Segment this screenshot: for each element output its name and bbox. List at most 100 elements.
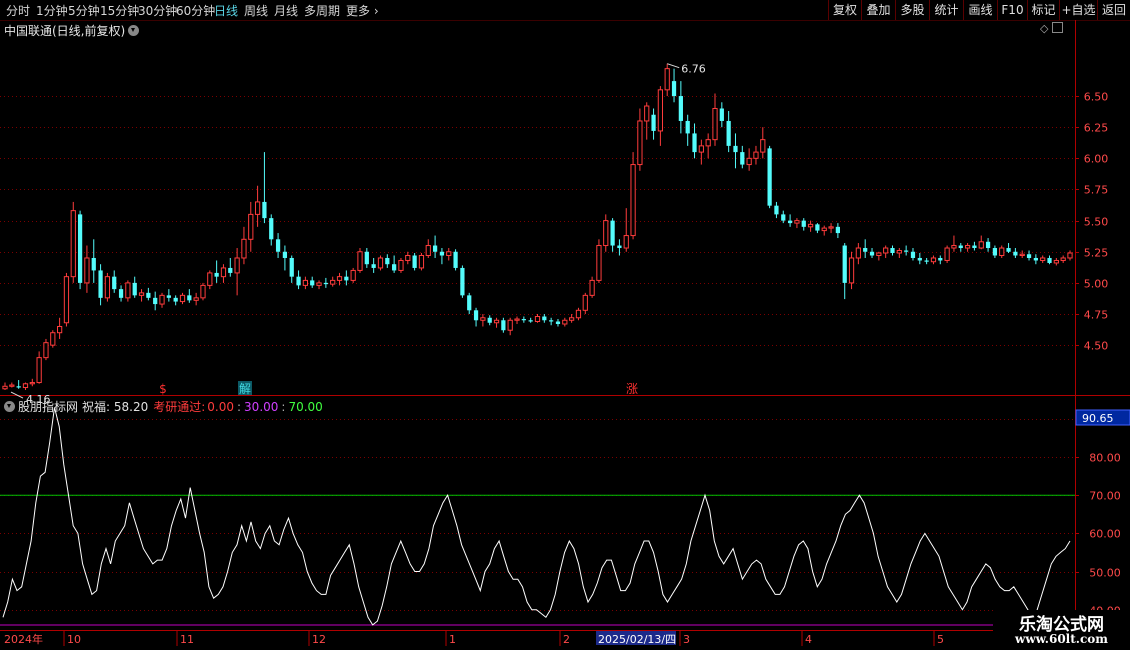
candle-body-down [781,214,786,221]
candle-body-up [425,245,431,256]
candle-body-down [371,264,376,268]
candle-body-up [896,250,902,254]
candle-body-up [978,241,984,249]
candle-body-up [316,282,322,286]
candle-body-down [118,289,124,298]
watermark-url: www.60lt.com [1015,632,1108,646]
indicator-title: 股朋指标网 祝福: 58.20 考研通过: 0.00:30.00:70.00 [4,398,328,415]
candle-body-down [1013,251,1018,256]
candle-body-down [228,267,233,273]
value-zero: 0.00 [207,400,234,414]
candle-body-up [207,272,213,286]
candle-body-down [863,248,868,252]
kaoyan-label: 考研通过: [153,400,206,414]
candle-body-down [692,133,697,153]
candle-body-down [91,257,96,271]
candle-body-up [630,164,636,237]
candle-body-down [214,272,219,277]
candle-body-up [138,292,145,296]
candle-body-up [821,227,827,232]
candle-body-up [589,279,595,296]
candle-body-down [487,317,492,323]
zhufu-label: 祝福: 58.20 [82,400,149,414]
candle-body-up [999,247,1005,256]
candle-body-down [501,320,506,331]
candle-body-down [392,264,397,271]
indicator-line [2,407,1071,626]
candle-body-up [698,145,704,153]
candle-body-down [671,81,677,97]
candle-body-up [596,245,602,281]
candle-body-down [473,310,479,321]
candle-body-up [193,297,199,301]
candle-body-down [262,201,267,219]
candle-body-up [56,325,63,334]
candle-body-down [439,251,445,256]
candle-body-up [377,257,384,269]
candle-body-up [603,220,609,247]
candle-body-down [685,120,690,134]
candle-body-up [623,235,629,249]
candle-body-up [1053,259,1059,264]
price-tick-label: 5.25 [1084,247,1109,260]
candle-body-up [964,245,971,249]
watermark: 乐淘公式网 www.60lt.com [993,610,1130,650]
candle-body-up [507,319,513,331]
candle-body-up [848,257,855,284]
date-highlight-label: 2025/02/13/四 [598,633,676,646]
time-tick-label: 1 [449,633,456,646]
candle-body-up [248,213,254,240]
candle-body-down [719,108,724,121]
candle-body-up [36,357,42,384]
candle-body-up [418,254,425,269]
candle-body-up [883,247,889,254]
time-tick-label: 11 [180,633,194,646]
max-price-label: 6.76 [681,63,706,76]
indicator-dropdown-icon[interactable] [4,401,15,412]
candle-body-up [234,257,240,274]
candle-body-down [972,245,977,249]
candle-body-up [493,319,500,324]
candle-body-down [132,282,137,296]
candle-body-down [282,251,288,258]
candle-body-down [917,257,922,261]
candle-body-down [1047,257,1052,263]
candle-body-up [336,276,343,281]
candle-body-up [179,294,186,303]
candle-body-up [637,120,643,166]
candle-body-up [220,267,227,278]
candle-body-down [678,96,683,121]
indicator-tick-label: 50.00 [1089,567,1121,580]
candle-body-up [241,238,247,259]
candle-body-down [542,316,547,321]
candle-body-down [289,257,294,277]
candle-body-up [930,257,937,263]
candle-body-down [467,295,472,311]
candle-body-up [43,342,49,359]
price-tick-label: 6.50 [1084,91,1109,104]
candle-body-down [521,319,526,321]
candle-body-down [835,226,841,234]
candle-body-down [992,248,998,256]
stock-chart[interactable]: 6.50 6.25 6.00 5.75 5.50 5.25 5.00 4.75 4.50 6.76… [0,0,1130,650]
candle-body-down [269,218,274,240]
candle-body-down [16,386,21,388]
candle-body-up [84,257,90,284]
candle-body-up [664,68,670,91]
year-label: 2024年 [4,632,43,646]
candle-body-up [582,294,588,311]
candle-body-up [405,254,411,261]
candle-body-up [104,276,111,299]
candle-body-down [460,267,465,296]
candle-body-up [1040,257,1046,261]
candle-body-up [70,210,76,278]
candle-body-up [514,318,520,321]
candle-body-down [890,248,895,253]
candle-body-down [1026,254,1032,258]
candle-body-up [753,151,759,159]
candle-body-down [187,295,192,301]
indicator-tick-label: 80.00 [1089,452,1121,465]
candle-body-up [330,279,336,285]
time-tick-label: 10 [67,633,81,646]
candle-body-down [166,295,171,298]
